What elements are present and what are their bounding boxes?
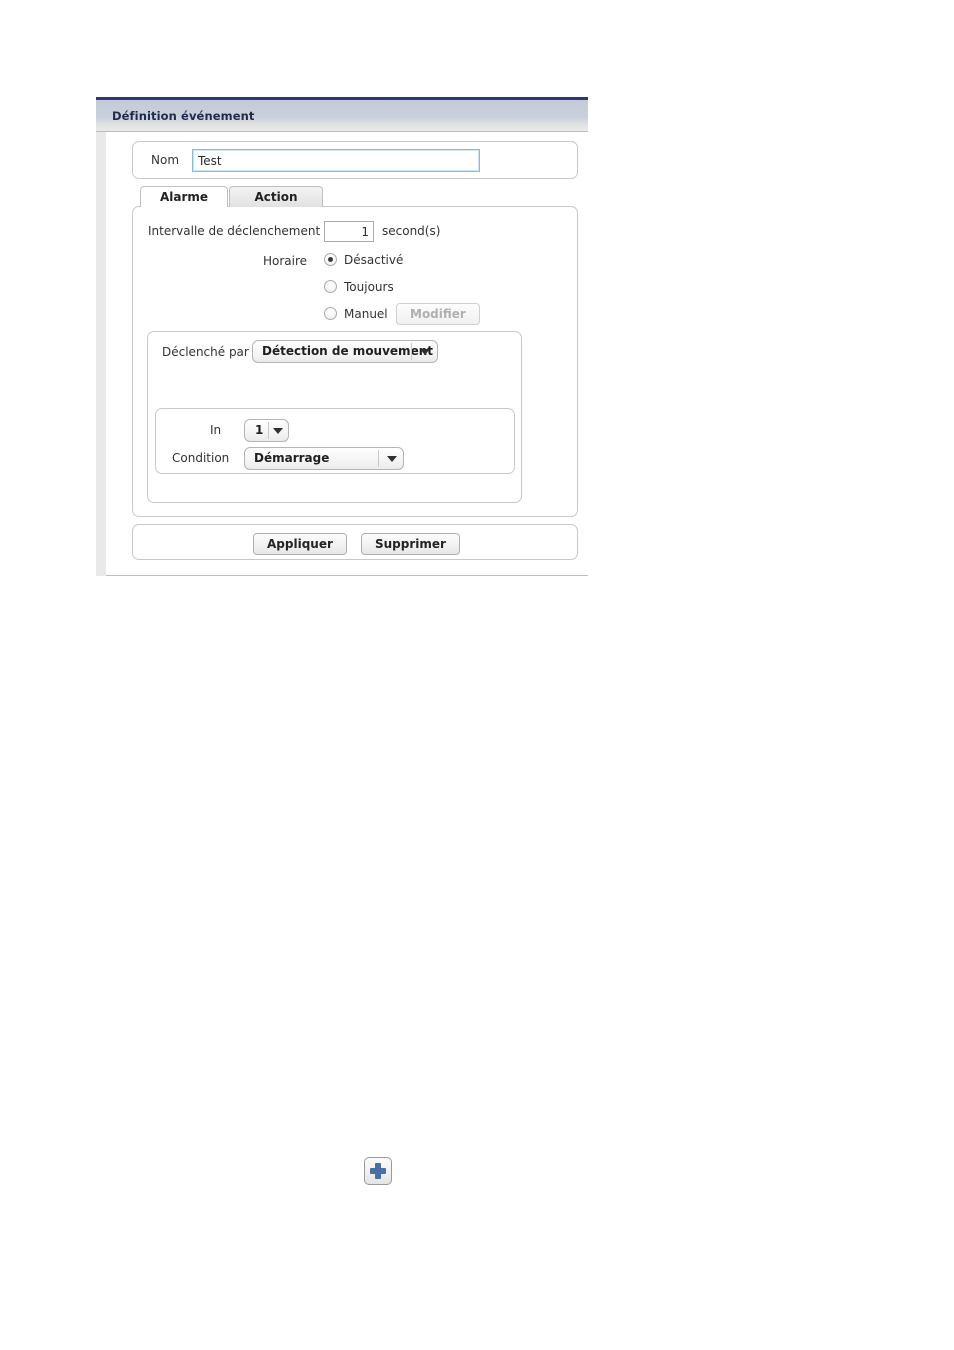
delete-button[interactable]: Supprimer [361,533,460,555]
name-input[interactable] [192,149,480,172]
tab-action[interactable]: Action [229,186,323,207]
footer-panel: Appliquer Supprimer [132,524,578,560]
modify-schedule-button[interactable]: Modifier [396,303,480,325]
condition-dropdown[interactable]: Démarrage [244,447,404,470]
apply-button[interactable]: Appliquer [253,533,347,555]
tab-alarme[interactable]: Alarme [140,186,228,207]
triggered-by-label: Déclenché par [162,345,249,359]
window-bottom-edge [106,575,588,576]
trigger-interval-unit: second(s) [382,224,441,238]
trigger-interval-label: Intervalle de déclenchement [148,224,321,238]
tabstrip: Alarme Action [140,186,578,207]
trigger-interval-row: Intervalle de déclenchement second(s) [133,221,577,243]
triggered-by-dropdown[interactable]: Détection de mouvement [252,340,438,363]
dropdown-separator [268,422,269,439]
schedule-label: Horaire [263,254,308,268]
io-condition-panel: In 1 Condition Démarrage [155,408,515,474]
page-title: Définition événement [112,109,255,123]
in-value: 1 [255,423,264,437]
radio-icon-manual[interactable] [324,307,337,320]
event-definition-window: Définition événement Nom Alarme Action I… [96,97,588,576]
radio-icon-disabled[interactable] [324,253,337,266]
schedule-option-manual-label: Manuel [344,307,388,321]
chevron-down-icon [387,456,397,462]
dropdown-separator [378,450,379,467]
window-titlebar: Définition événement [96,97,588,131]
dropdown-separator [411,343,412,360]
alarm-tab-panel: Intervalle de déclenchement second(s) Ho… [132,206,578,517]
left-rail [96,132,106,576]
chevron-down-icon [420,349,430,355]
in-dropdown[interactable]: 1 [244,419,289,442]
plus-icon [370,1163,386,1179]
condition-label: Condition [172,451,230,465]
triggered-by-panel: Déclenché par Détection de mouvement In … [147,331,522,503]
condition-value: Démarrage [254,451,330,465]
name-panel: Nom [132,141,578,179]
radio-icon-always[interactable] [324,280,337,293]
schedule-option-always-label: Toujours [344,280,394,294]
window-body: Nom Alarme Action Intervalle de déclench… [96,131,588,576]
in-label: In [210,423,222,437]
name-label: Nom [151,153,180,167]
triggered-by-value: Détection de mouvement [262,344,433,358]
add-button[interactable] [364,1157,392,1185]
trigger-interval-input[interactable] [324,221,374,242]
schedule-option-disabled-label: Désactivé [344,253,404,267]
chevron-down-icon [273,428,283,434]
content-area: Nom Alarme Action Intervalle de déclench… [132,141,578,560]
